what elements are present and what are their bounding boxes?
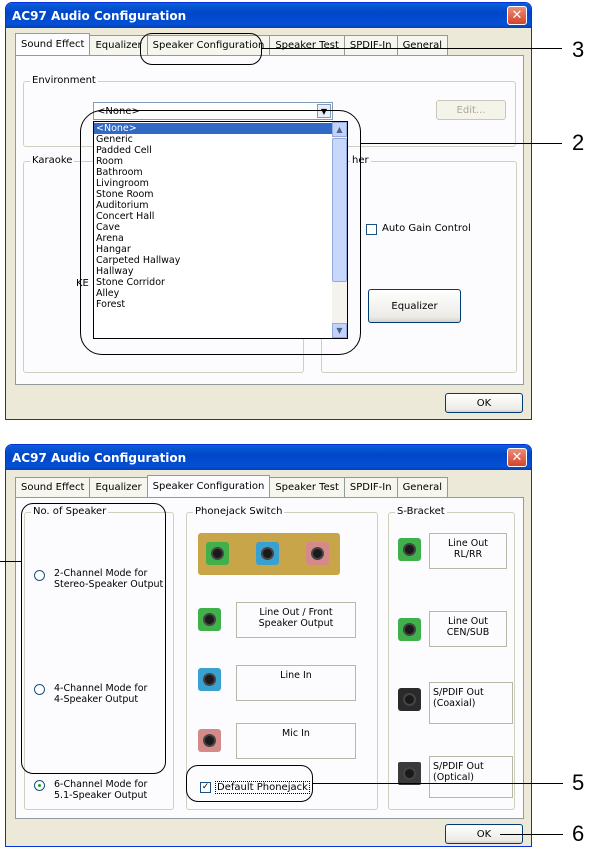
tab-sound-effect[interactable]: Sound Effect [15,477,91,497]
label-6-channel: 6-Channel Mode for 5.1-Speaker Output [54,779,147,801]
tab-spdif-in[interactable]: SPDIF-In [343,35,398,55]
dropdown-highlight-oval [80,110,361,355]
tab-general[interactable]: General [396,35,448,55]
callout-6: 6 [572,821,585,846]
label-6-channel-line1: 6-Channel Mode for [54,779,148,790]
ok-button-label: OK [476,828,492,840]
karaoke-legend: Karaoke [30,155,75,166]
mic-in-label: Mic In [282,728,310,739]
phonejack-switch-legend: Phonejack Switch [193,506,285,517]
line-out-front-line2: Speaker Output [258,618,334,629]
line-in-box[interactable]: Line In [236,665,356,701]
optical-jack-icon [398,762,421,785]
callout-4-line [0,561,21,562]
auto-gain-label: Auto Gain Control [382,223,471,234]
edit-button[interactable]: Edit... [436,100,506,120]
tab-speaker-configuration[interactable]: Speaker Configuration [146,475,271,497]
tab-general[interactable]: General [396,477,448,497]
rl-rr-line2: RL/RR [453,549,483,560]
window-title: AC97 Audio Configuration [12,8,187,23]
tab-equalizer[interactable]: Equalizer [89,477,148,497]
line-out-rl-rr-box: Line Out RL/RR [429,533,507,569]
line-out-front-line1: Line Out / Front [259,607,333,618]
tab-sound-effect[interactable]: Sound Effect [15,33,91,55]
window-title: AC97 Audio Configuration [12,450,187,465]
callout-5-line [313,783,563,784]
close-icon: ✕ [511,450,523,465]
label-6-channel-line2: 5.1-Speaker Output [54,790,148,801]
radio-6-channel[interactable] [34,780,45,791]
cen-sub-jack-icon [398,618,421,641]
tab-highlight-oval [140,33,262,65]
green-jack-icon [206,542,229,565]
callout-3-line [262,48,562,49]
s-bracket-legend: S-Bracket [395,506,447,517]
auto-gain-checkbox[interactable] [366,224,377,235]
close-button[interactable]: ✕ [507,6,527,25]
line-out-front-box[interactable]: Line Out / Front Speaker Output [236,602,356,638]
tab-equalizer[interactable]: Equalizer [89,35,148,55]
callout-2-line [360,143,562,144]
title-bar[interactable]: AC97 Audio Configuration ✕ [6,3,531,28]
tab-strip: Sound Effect Equalizer Speaker Configura… [15,475,448,497]
close-icon: ✕ [511,8,523,23]
cen-sub-line1: Line Out [447,616,489,627]
line-in-jack-icon[interactable] [198,668,221,691]
coaxial-jack-icon [398,688,421,711]
close-button[interactable]: ✕ [507,448,527,467]
line-out-cen-sub-box: Line Out CEN/SUB [429,611,507,647]
mic-in-box[interactable]: Mic In [236,723,356,759]
callout-2: 2 [572,130,585,155]
ok-button[interactable]: OK [445,393,523,413]
line-in-label: Line In [280,670,312,681]
tab-speaker-test[interactable]: Speaker Test [269,477,345,497]
pink-jack-icon [306,542,329,565]
equalizer-button[interactable]: Equalizer [368,289,461,323]
line-out-jack-icon[interactable] [198,608,221,631]
spdif-coaxial-label: S/PDIF Out (Coaxial) [433,687,484,709]
no-of-speaker-highlight-oval [21,503,166,774]
environment-legend: Environment [30,75,98,86]
blue-jack-icon [256,542,279,565]
title-bar[interactable]: AC97 Audio Configuration ✕ [6,445,531,470]
ok-button-label: OK [476,397,492,409]
spdif-optical-label: S/PDIF Out (Optical) [433,761,484,783]
spdif-optical-box: S/PDIF Out (Optical) [429,756,513,798]
rl-rr-jack-icon [398,538,421,561]
rl-rr-line1: Line Out [447,538,489,549]
spdif-coaxial-box: S/PDIF Out (Coaxial) [429,682,513,724]
tab-spdif-in[interactable]: SPDIF-In [343,477,398,497]
jack-panel-image [198,533,340,575]
callout-6-line [500,834,563,835]
equalizer-button-label: Equalizer [391,300,438,312]
cen-sub-line2: CEN/SUB [446,627,490,638]
edit-button-label: Edit... [456,104,486,116]
tab-speaker-test[interactable]: Speaker Test [269,35,345,55]
mic-in-jack-icon[interactable] [198,729,221,752]
callout-3: 3 [572,37,585,62]
callout-5: 5 [572,770,585,795]
default-phonejack-highlight-oval [186,765,313,802]
